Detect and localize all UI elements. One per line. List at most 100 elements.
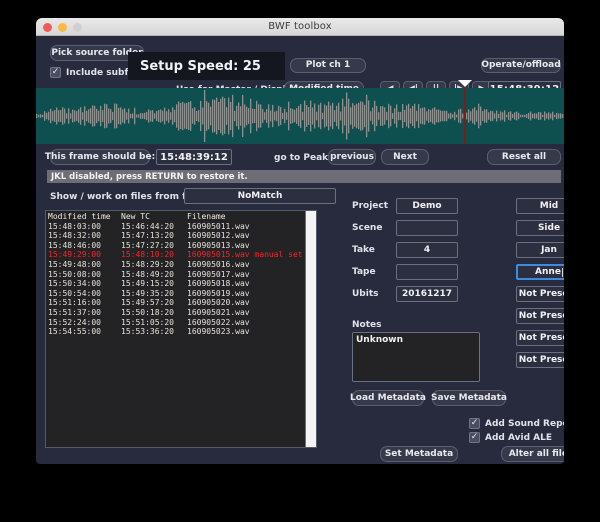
metadata-row-take: Take 4 [352, 242, 458, 258]
operate-offload-button[interactable]: Operate/offload [481, 58, 561, 73]
table-cell: 160905019.wav [187, 288, 250, 298]
playhead-handle[interactable] [458, 80, 472, 87]
table-cell: 15:48:10:20 [121, 250, 174, 260]
table-cell: 160905021.wav [187, 307, 250, 317]
table-cell: 160905017.wav [187, 269, 250, 279]
tape-input[interactable] [396, 264, 458, 280]
table-row[interactable]: 15:49:48:00 15:48:29:20 160905016.wav [48, 260, 316, 270]
table-cell: 160905018.wav [187, 279, 250, 289]
track-3-input[interactable]: Jan [516, 242, 564, 258]
track-8-input[interactable]: Not Present [516, 352, 564, 368]
table-row[interactable]: 15:54:55:00 15:53:36:20 160905023.wav [48, 327, 316, 337]
track-5-input[interactable]: Not Present [516, 286, 564, 302]
ubits-input[interactable]: 20161217 [396, 286, 458, 302]
table-cell: 15:49:29:00 [48, 250, 101, 260]
metadata-row-ubits: Ubits 20161217 [352, 286, 458, 302]
add-sound-report-checkbox[interactable]: ✓ Add Sound Report [469, 418, 564, 429]
table-cell: 15:53:36:20 [121, 327, 174, 337]
table-row[interactable]: 15:48:32:00 15:47:13:20 160905012.wav [48, 231, 316, 241]
metadata-row-tape: Tape [352, 264, 458, 280]
add-avid-ale-checkbox[interactable]: ✓ Add Avid ALE [469, 432, 552, 443]
table-row[interactable]: 15:50:34:00 15:49:15:20 160905018.wav [48, 279, 316, 289]
save-metadata-button[interactable]: Save Metadata [431, 390, 507, 406]
status-bar: JKL disabled, press RETURN to restore it… [47, 170, 561, 183]
metadata-row-project: Project Demo [352, 198, 458, 214]
add-sound-report-label: Add Sound Report [485, 418, 564, 429]
notes-textarea[interactable]: Unknown [352, 332, 480, 382]
table-cell: 15:52:24:00 [48, 317, 101, 327]
alter-all-files-button[interactable]: Alter all files [501, 446, 564, 462]
table-cell: 15:50:08:00 [48, 269, 101, 279]
take-label: Take [352, 245, 375, 255]
table-cell: 15:54:55:00 [48, 327, 101, 337]
scene-input[interactable] [396, 220, 458, 236]
table-cell: 15:49:57:20 [121, 298, 174, 308]
text-caret [561, 267, 563, 277]
table-cell: 15:50:34:00 [48, 279, 101, 289]
frame-timecode-input[interactable]: 15:48:39:12 [156, 149, 232, 165]
table-cell: 160905015.wav manual set [187, 250, 303, 260]
setup-speed-text: Setup Speed: 25 [140, 58, 261, 74]
table-cell: 15:48:49:20 [121, 269, 174, 279]
waveform-display[interactable] [36, 88, 564, 144]
table-cell: 160905011.wav [187, 221, 250, 231]
table-cell: 160905023.wav [187, 327, 250, 337]
playhead-line [464, 88, 466, 144]
table-cell: 15:48:03:00 [48, 221, 101, 231]
table-cell: 15:49:48:00 [48, 259, 101, 269]
peaks-previous-button[interactable]: previous [328, 149, 376, 165]
table-row[interactable]: 15:50:08:00 15:48:49:20 160905017.wav [48, 270, 316, 280]
metadata-panel: Project Demo Scene Take 4 Tape Ubits 20161217 M… [336, 198, 564, 464]
peaks-next-button[interactable]: Next [381, 149, 429, 165]
scene-label: Scene [352, 223, 383, 233]
folder-filter-select[interactable]: NoMatch [184, 188, 336, 204]
table-cell: 15:49:35:20 [121, 288, 174, 298]
file-list-scrollbar[interactable] [305, 211, 316, 447]
table-row[interactable]: 15:49:29:00 15:48:10:20 160905015.wav manu… [48, 250, 316, 260]
file-list[interactable]: Modified time New TC Filename 15:48:03:00 15… [45, 210, 317, 448]
file-list-rows: Modified time New TC Filename 15:48:03:00 15… [46, 211, 316, 337]
frame-correction-row: This frame should be: 15:48:39:12 go to … [36, 146, 564, 168]
table-cell: 15:51:37:00 [48, 307, 101, 317]
window-title: BWF toolbox [268, 21, 332, 32]
table-cell: 15:46:44:20 [121, 221, 174, 231]
table-cell: 160905022.wav [187, 317, 250, 327]
notes-label: Notes [352, 320, 382, 330]
waveform-graphic [36, 90, 564, 142]
take-input[interactable]: 4 [396, 242, 458, 258]
track-2-input[interactable]: Side [516, 220, 564, 236]
table-cell: 15:50:18:20 [121, 307, 174, 317]
column-header: New TC [121, 212, 150, 221]
checkmark-icon: ✓ [469, 418, 480, 429]
table-row[interactable]: 15:48:03:00 15:46:44:20 160905011.wav [48, 222, 316, 232]
table-row[interactable]: 15:52:24:00 15:51:05:20 160905022.wav [48, 318, 316, 328]
table-row[interactable]: 15:51:37:00 15:50:18:20 160905021.wav [48, 308, 316, 318]
app-window: BWF toolbox Pick source folder ✓ Include… [36, 18, 564, 464]
tape-label: Tape [352, 267, 376, 277]
reset-all-button[interactable]: Reset all [487, 149, 561, 165]
table-cell: 15:48:46:00 [48, 240, 101, 250]
track-7-input[interactable]: Not Present [516, 330, 564, 346]
table-cell: 15:47:27:20 [121, 240, 174, 250]
table-cell: 15:51:05:20 [121, 317, 174, 327]
track-6-input[interactable]: Not Present [516, 308, 564, 324]
table-cell: 15:51:16:00 [48, 298, 101, 308]
set-metadata-button[interactable]: Set Metadata [380, 446, 458, 462]
load-metadata-button[interactable]: Load Metadata [350, 390, 426, 406]
table-row[interactable]: 15:51:16:00 15:49:57:20 160905020.wav [48, 298, 316, 308]
track-4-input[interactable]: Anne [516, 264, 564, 280]
project-input[interactable]: Demo [396, 198, 458, 214]
table-cell: 160905012.wav [187, 231, 250, 241]
table-row[interactable]: 15:50:54:00 15:49:35:20 160905019.wav [48, 289, 316, 299]
table-cell: 15:50:54:00 [48, 288, 101, 298]
this-frame-should-be-button[interactable]: This frame should be: [45, 149, 155, 165]
plot-channel-button[interactable]: Plot ch 1 [290, 58, 366, 73]
track-1-input[interactable]: Mid [516, 198, 564, 214]
table-row[interactable]: 15:48:46:00 15:47:27:20 160905013.wav [48, 241, 316, 251]
setup-speed-panel: Setup Speed: 25 [128, 52, 285, 80]
add-avid-ale-label: Add Avid ALE [485, 432, 553, 443]
metadata-row-scene: Scene [352, 220, 458, 236]
notes-value: Unknown [356, 335, 404, 345]
table-cell: 160905020.wav [187, 298, 250, 308]
file-list-header: Modified time New TC Filename [48, 212, 316, 222]
